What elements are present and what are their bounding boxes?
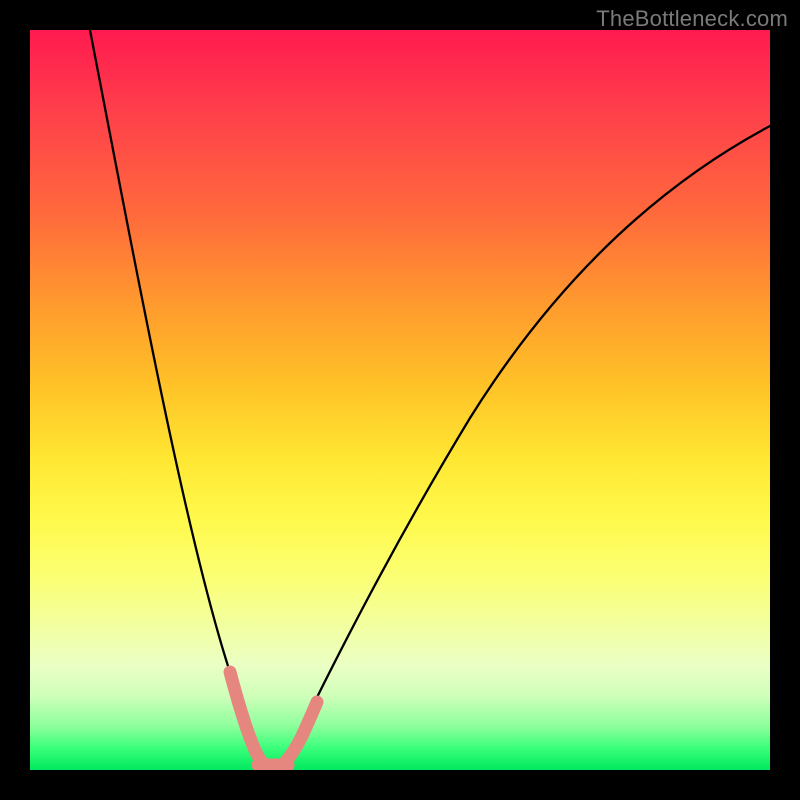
curve-layer — [30, 30, 770, 770]
highlight-right — [282, 702, 317, 765]
curve-left-branch — [90, 30, 254, 748]
chart-stage: TheBottleneck.com — [0, 0, 800, 800]
curve-right-branch — [292, 126, 770, 748]
watermark-text: TheBottleneck.com — [596, 6, 788, 32]
plot-area — [30, 30, 770, 770]
highlight-left — [230, 672, 265, 765]
